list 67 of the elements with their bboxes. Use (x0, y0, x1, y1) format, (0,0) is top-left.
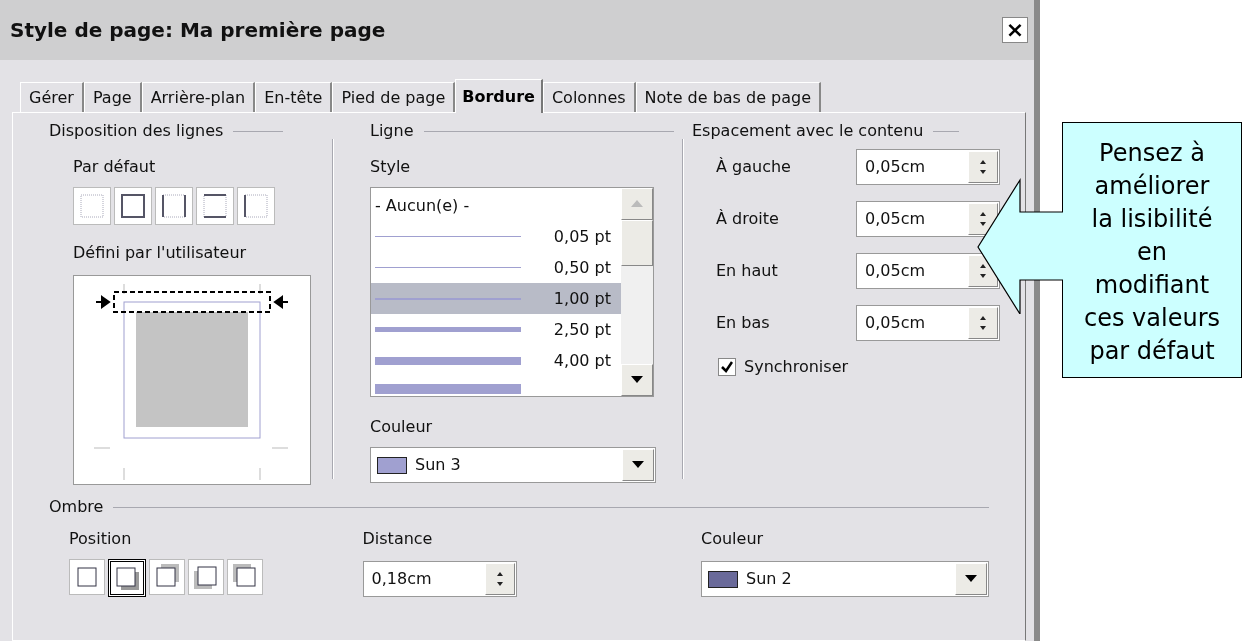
field-label: Défini par l'utilisateur (73, 242, 247, 264)
spin-button[interactable] (968, 307, 998, 339)
line-style-list[interactable]: - Aucun(e) - 0,05 pt 0,50 pt 1,00 pt 2,50 pt 4,00 pt (370, 187, 654, 397)
line-width-label: 1,00 pt (553, 287, 611, 310)
tab[interactable]: En-tête (255, 82, 333, 112)
callout-text: Pensez à améliorer la lisibilité en modifiant ces valeurs par défaut (1062, 122, 1242, 378)
field-label: En bas (716, 312, 771, 334)
border-preview[interactable] (73, 275, 311, 485)
line-width-label: 0,05 pt (553, 225, 611, 248)
field-label: Couleur (701, 528, 764, 550)
field-label: Couleur (370, 416, 433, 438)
scrollbar[interactable] (621, 188, 653, 396)
checkbox[interactable] (718, 358, 736, 376)
caret-icon (631, 200, 643, 208)
field-label: À gauche (716, 156, 792, 178)
group-title: Ligne (370, 120, 414, 142)
tab[interactable]: Page (83, 82, 142, 112)
spin-field[interactable]: 0,05cm (856, 201, 1000, 237)
tab[interactable]: Gérer (20, 82, 84, 112)
list-item[interactable]: 1,00 pt (371, 283, 621, 314)
caret-icon (965, 575, 977, 583)
close-button[interactable]: × (1002, 17, 1028, 43)
dropdown-button[interactable] (955, 563, 987, 595)
list-item[interactable]: 4,00 pt (371, 345, 621, 376)
checkmark-icon (721, 361, 733, 373)
border-preset-button[interactable] (196, 187, 234, 225)
spin-field[interactable]: 0,05cm (856, 305, 1000, 341)
caret-icon (632, 461, 644, 469)
spin-field[interactable]: 0,05cm (856, 253, 1000, 289)
list-item[interactable]: 0,50 pt (371, 252, 621, 283)
list-item[interactable]: 0,05 pt (371, 221, 621, 252)
field-label: Par défaut (73, 156, 156, 178)
list-item[interactable]: - Aucun(e) - (371, 190, 621, 221)
color-dropdown[interactable]: Sun 3 (370, 447, 656, 483)
tab[interactable]: Bordure (455, 79, 543, 113)
line-width-label: 4,00 pt (553, 349, 611, 372)
window-title: Style de page: Ma première page (10, 17, 386, 44)
line-width-label: 2,50 pt (553, 318, 611, 341)
border-preset-button[interactable] (237, 187, 275, 225)
line-width-label: 0,50 pt (553, 256, 611, 279)
checkbox-label: Synchroniser (744, 356, 849, 378)
tab[interactable]: Arrière-plan (141, 82, 256, 112)
tab[interactable]: Colonnes (542, 82, 636, 112)
group-title: Espacement avec le contenu (692, 120, 924, 142)
dropdown-value: Sun 3 (415, 454, 462, 476)
scroll-up-button[interactable] (621, 188, 653, 220)
group-title: Ombre (49, 496, 104, 518)
field-label: En haut (716, 260, 779, 282)
scroll-down-button[interactable] (621, 364, 653, 396)
caret-icon (631, 376, 643, 384)
spin-field[interactable]: 0,18cm (362, 561, 517, 597)
list-item[interactable]: 2,50 pt (371, 314, 621, 345)
scroll-thumb[interactable] (621, 220, 653, 266)
border-preset-button[interactable] (155, 187, 193, 225)
field-label: Distance (362, 528, 433, 550)
border-preset-button[interactable] (114, 187, 152, 225)
dropdown-value: Sun 2 (746, 568, 793, 590)
color-dropdown[interactable]: Sun 2 (701, 561, 989, 597)
field-label: Style (370, 156, 411, 178)
field-label: À droite (716, 208, 780, 230)
tab[interactable]: Note de bas de page (635, 82, 822, 112)
shadow-position-button[interactable] (108, 559, 146, 597)
spin-button[interactable] (968, 151, 998, 183)
dropdown-button[interactable] (622, 449, 654, 481)
group-title: Disposition des lignes (49, 120, 224, 142)
field-label: Position (69, 528, 132, 550)
spin-field[interactable]: 0,05cm (856, 149, 1000, 185)
